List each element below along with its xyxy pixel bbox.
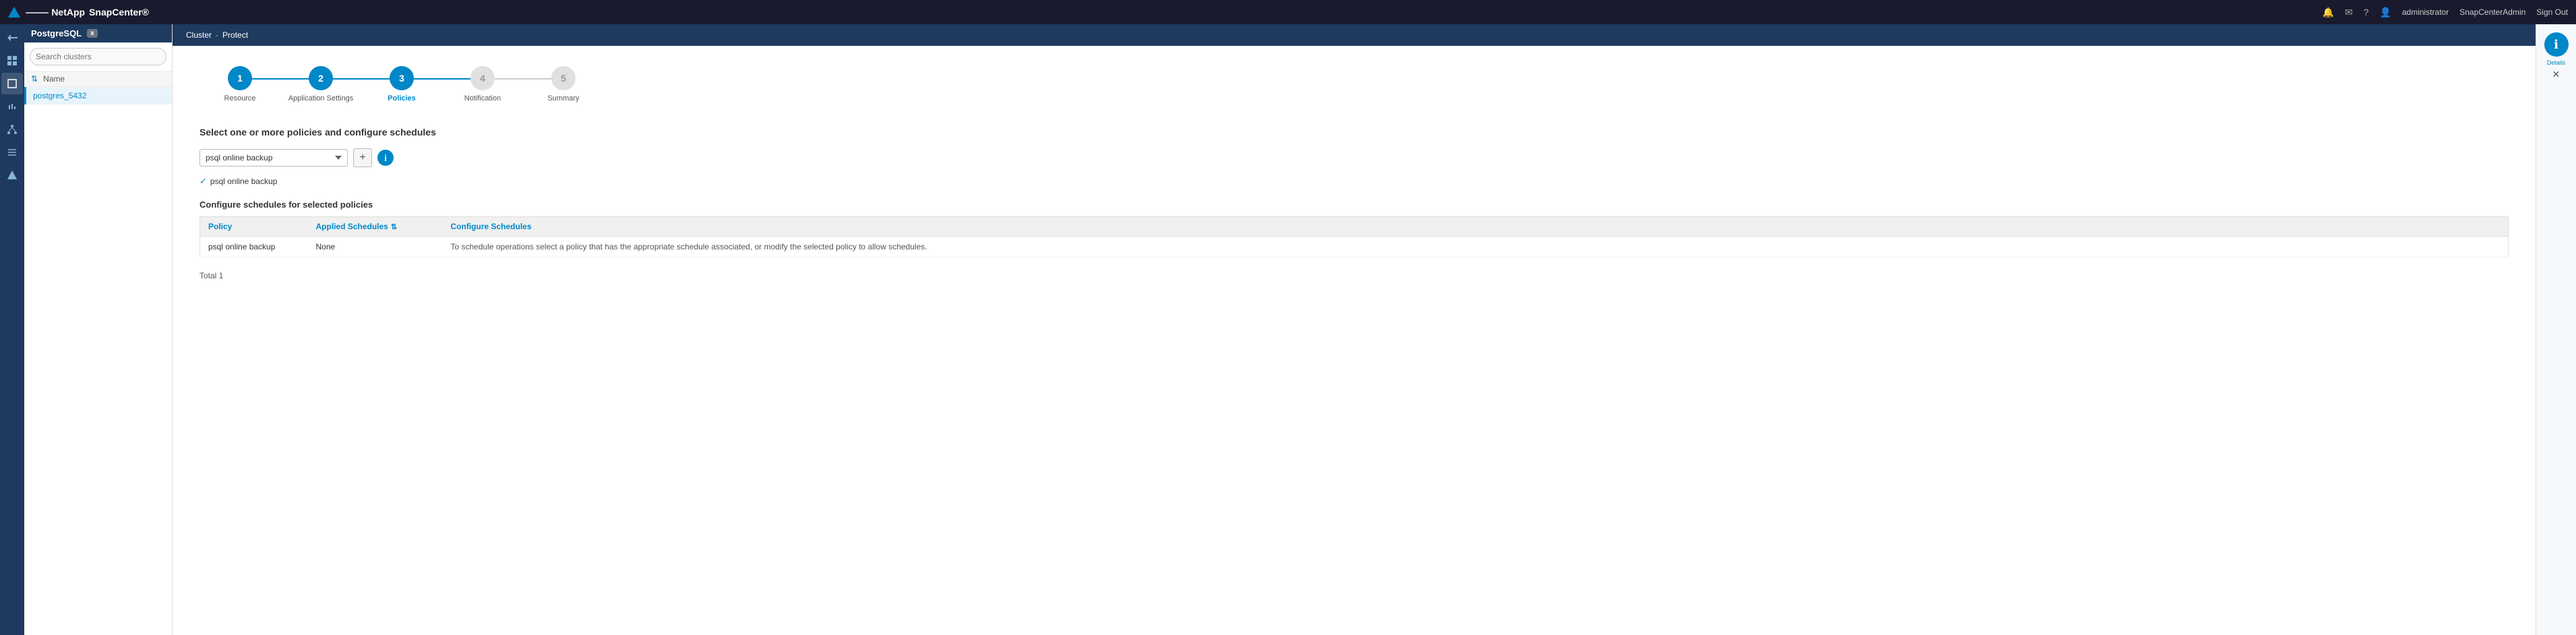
section-title: Select one or more policies and configur…: [200, 127, 2509, 138]
config-schedules-title: Configure schedules for selected policie…: [200, 200, 2509, 210]
breadcrumb-cluster: Cluster: [186, 30, 212, 40]
username-label: administrator: [2402, 7, 2449, 17]
schedule-table: Policy Applied Schedules ⇅ Configure Sch…: [200, 216, 2509, 258]
info-icon: i: [384, 153, 387, 163]
rail-settings[interactable]: [1, 142, 23, 163]
app-name: SnapCenter®: [89, 7, 149, 18]
bell-icon[interactable]: 🔔: [2322, 7, 2333, 18]
table-header-applied-schedules: Applied Schedules ⇅: [308, 217, 443, 237]
search-input[interactable]: [30, 48, 166, 65]
right-panel: ℹ Details ✕: [2536, 24, 2576, 635]
sign-out-button[interactable]: Sign Out: [2536, 7, 2568, 17]
info-button[interactable]: i: [377, 150, 394, 166]
details-label: Details: [2547, 59, 2566, 66]
details-icon[interactable]: ℹ: [2544, 32, 2569, 57]
step-3-label: Policies: [388, 94, 416, 102]
sidebar-close-tag[interactable]: x: [87, 29, 98, 38]
step-4-circle: 4: [470, 66, 495, 90]
step-5: 5 Summary: [523, 66, 604, 102]
sidebar-column-name: Name: [43, 74, 65, 84]
envelope-icon[interactable]: ✉: [2345, 7, 2353, 18]
help-icon[interactable]: ?: [2364, 7, 2369, 18]
netapp-label: ⸻ NetApp: [26, 5, 85, 19]
step-3-circle: 3: [390, 66, 414, 90]
policy-chip-item: ✓ psql online backup: [200, 174, 277, 189]
app-logo: ⸻ NetApp SnapCenter®: [26, 5, 149, 19]
policy-selector-row: psql online backup + i: [200, 148, 2509, 167]
rail-dashboard[interactable]: [1, 50, 23, 71]
step-1: 1 Resource: [200, 66, 280, 102]
user-icon: 👤: [2379, 7, 2391, 18]
step-2: 2 Application Settings: [280, 66, 361, 102]
rail-collapse[interactable]: [1, 27, 23, 49]
step-5-circle: 5: [551, 66, 576, 90]
rail-topology[interactable]: [1, 119, 23, 140]
top-nav: ⸻ NetApp SnapCenter® 🔔 ✉ ? 👤 administrat…: [0, 0, 2576, 24]
add-policy-button[interactable]: +: [353, 148, 372, 167]
breadcrumb-protect: Protect: [222, 30, 248, 40]
breadcrumb-separator: -: [216, 30, 218, 40]
policy-dropdown[interactable]: psql online backup: [200, 149, 348, 167]
step-1-label: Resource: [224, 94, 255, 102]
policy-chips: ✓ psql online backup: [200, 174, 2509, 189]
sidebar: PostgreSQL x ⇅ Name postgres_5432: [24, 24, 173, 635]
step-2-label: Application Settings: [288, 94, 354, 102]
sidebar-header: PostgreSQL x: [24, 24, 172, 42]
chip-label: psql online backup: [210, 177, 277, 186]
table-cell-applied: None: [308, 237, 443, 258]
table-cell-policy: psql online backup: [200, 237, 308, 258]
layout: PostgreSQL x ⇅ Name postgres_5432 Cluste…: [0, 24, 2576, 635]
top-nav-left: ⸻ NetApp SnapCenter®: [8, 5, 149, 19]
table-row: psql online backup None To schedule oper…: [200, 237, 2509, 258]
total-label: Total 1: [200, 271, 2509, 280]
icon-rail: [0, 24, 24, 635]
sidebar-title: PostgreSQL: [31, 28, 82, 38]
step-4-label: Notification: [464, 94, 501, 102]
step-2-circle: 2: [309, 66, 333, 90]
content-area: 1 Resource 2 Application Settings 3 Poli…: [173, 46, 2536, 635]
sidebar-search-area: [24, 42, 172, 71]
sidebar-item-postgres[interactable]: postgres_5432: [24, 87, 172, 104]
rail-alerts[interactable]: [1, 164, 23, 186]
check-icon: ✓: [200, 176, 207, 187]
sidebar-item-label: postgres_5432: [33, 91, 86, 100]
breadcrumb: Cluster - Protect: [173, 24, 2536, 46]
rail-reports[interactable]: [1, 96, 23, 117]
info-symbol: ℹ: [2554, 38, 2558, 52]
plus-icon: +: [359, 152, 365, 164]
step-3: 3 Policies: [361, 66, 442, 102]
instance-label: SnapCenterAdmin: [2459, 7, 2525, 17]
stepper: 1 Resource 2 Application Settings 3 Poli…: [200, 66, 2509, 102]
table-cell-config: To schedule operations select a policy t…: [443, 237, 2509, 258]
sort-icon: ⇅: [31, 74, 38, 84]
main-content: Cluster - Protect 1 Resource 2 Applicati: [173, 24, 2536, 635]
table-header-configure-schedules: Configure Schedules: [443, 217, 2509, 237]
top-nav-right: 🔔 ✉ ? 👤 administrator SnapCenterAdmin Si…: [2322, 7, 2568, 18]
step-5-label: Summary: [547, 94, 579, 102]
close-panel-button[interactable]: ✕: [2552, 69, 2560, 80]
step-1-circle: 1: [228, 66, 252, 90]
sidebar-table-header: ⇅ Name: [24, 71, 172, 87]
table-header-policy: Policy: [200, 217, 308, 237]
rail-resources[interactable]: [1, 73, 23, 94]
sort-applied-icon[interactable]: ⇅: [391, 222, 397, 231]
netapp-logo-triangle: [8, 7, 20, 18]
step-4: 4 Notification: [442, 66, 523, 102]
